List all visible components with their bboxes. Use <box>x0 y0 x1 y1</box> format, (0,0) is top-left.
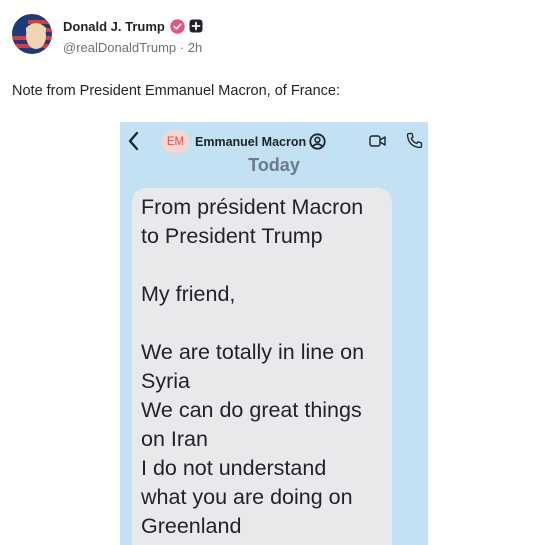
message-line: on Iran <box>141 427 208 451</box>
message-line <box>141 309 383 338</box>
contact-card-icon <box>308 133 327 150</box>
avatar[interactable] <box>12 14 52 54</box>
day-label: Today <box>248 155 300 175</box>
message-line: From président Macron <box>141 195 364 219</box>
handle[interactable]: @realDonaldTrump <box>63 40 176 55</box>
post-header: Donald J. Trump @realDonaldTrump · 2h <box>12 14 203 55</box>
message-line <box>141 251 383 280</box>
post-text: Note from President Emmanuel Macron, of … <box>12 83 340 99</box>
message-line: I do not understand <box>141 456 327 480</box>
contact-avatar: EM <box>162 130 189 153</box>
meta-separator: · <box>179 40 185 55</box>
message-line: We can do great things <box>141 398 362 422</box>
post-meta: @realDonaldTrump · 2h <box>63 40 203 55</box>
message-line: Greenland <box>141 514 242 538</box>
contact-name: Emmanuel Macron <box>195 135 307 149</box>
message-bubble: From président Macron to President Trump M… <box>132 188 392 545</box>
message-line: Syria <box>141 369 190 393</box>
video-call-icon <box>369 134 386 148</box>
message-line: what you are doing on <box>141 485 353 509</box>
timestamp[interactable]: 2h <box>188 40 202 55</box>
plus-square-icon <box>189 19 203 33</box>
phone-call-icon <box>406 132 423 149</box>
display-name[interactable]: Donald J. Trump <box>63 19 165 34</box>
post-media[interactable]: EM Emmanuel Macron Today From président … <box>120 122 428 545</box>
message-line: We are totally in line on <box>141 340 365 364</box>
back-chevron-icon <box>127 131 141 151</box>
message-line: My friend, <box>141 282 236 306</box>
verified-badge-icon <box>170 18 185 34</box>
message-line: to President Trump <box>141 224 323 248</box>
